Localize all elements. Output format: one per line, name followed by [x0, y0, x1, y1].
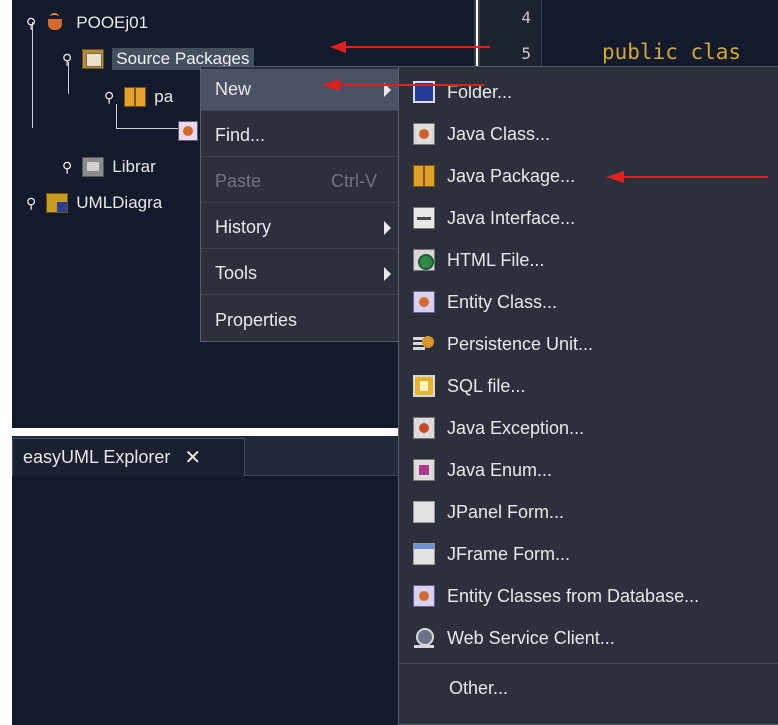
- web-service-client-icon: [413, 627, 435, 649]
- menu-item-label: Java Class...: [447, 123, 551, 144]
- menu-item-label: Folder...: [447, 81, 513, 102]
- tab-label: easyUML Explorer: [23, 447, 171, 467]
- java-interface-icon: [413, 207, 435, 229]
- menu-item-label: History: [215, 217, 272, 237]
- menu-item-history[interactable]: History: [201, 207, 399, 249]
- tree-node-label: Librar: [112, 157, 156, 176]
- screenshot-frame: ⚲ POOEj01 ⚲ Source Packages ⚲ pa ⚲ Libra…: [0, 0, 778, 725]
- menu-item-jpanel-form[interactable]: JPanel Form...: [399, 491, 777, 533]
- menu-item-entity-class[interactable]: Entity Class...: [399, 281, 777, 323]
- uml-diagram-icon: [46, 193, 69, 213]
- menu-item-label: JFrame Form...: [447, 543, 571, 564]
- new-submenu: Folder... Java Class... Java Package... …: [398, 66, 778, 725]
- tree-node-label: pa: [154, 87, 174, 106]
- java-project-icon: [46, 13, 68, 33]
- java-exception-icon: [413, 417, 435, 439]
- menu-item-label: SQL file...: [447, 375, 526, 396]
- menu-item-label: Java Interface...: [447, 207, 576, 228]
- tree-expand-toggle[interactable]: ⚲: [26, 195, 36, 212]
- menu-item-label: Web Service Client...: [447, 627, 615, 648]
- submenu-arrow-icon: [384, 267, 391, 281]
- menu-item-web-service-client[interactable]: Web Service Client...: [399, 617, 777, 659]
- tree-node-package[interactable]: ⚲ pa: [104, 84, 173, 110]
- menu-item-label: Paste: [215, 171, 262, 191]
- menu-item-other[interactable]: Other...: [399, 667, 777, 709]
- tree-expand-toggle[interactable]: ⚲: [62, 51, 72, 68]
- menu-item-java-class[interactable]: Java Class...: [399, 113, 777, 155]
- entity-class-icon: [413, 291, 435, 313]
- menu-item-label: Entity Class...: [447, 291, 558, 312]
- submenu-arrow-icon: [384, 221, 391, 235]
- menu-item-folder[interactable]: Folder...: [399, 71, 777, 113]
- menu-item-label: JPanel Form...: [447, 501, 565, 522]
- menu-item-label: HTML File...: [447, 249, 545, 270]
- menu-item-label: Java Exception...: [447, 417, 585, 438]
- jpanel-form-icon: [413, 501, 435, 523]
- java-package-icon: [413, 165, 435, 187]
- menu-item-label: Java Enum...: [447, 459, 553, 480]
- tree-node-label: UMLDiagra: [76, 193, 163, 212]
- menu-item-java-enum[interactable]: Java Enum...: [399, 449, 777, 491]
- menu-item-label: New: [215, 79, 252, 99]
- package-icon: [124, 87, 147, 107]
- tree-node-label: POOEj01: [76, 13, 149, 32]
- menu-item-html-file[interactable]: HTML File...: [399, 239, 777, 281]
- tree-node-project[interactable]: ⚲ POOEj01: [26, 10, 148, 36]
- menu-item-java-interface[interactable]: Java Interface...: [399, 197, 777, 239]
- menu-item-shortcut: Ctrl-V: [331, 171, 377, 191]
- menu-item-label: Persistence Unit...: [447, 333, 594, 354]
- tree-expand-toggle[interactable]: ⚲: [104, 89, 114, 106]
- java-class-icon: [178, 121, 198, 141]
- menu-item-label: Java Package...: [447, 165, 576, 186]
- persistence-unit-icon: [413, 333, 435, 355]
- source-packages-icon: [82, 49, 105, 69]
- entity-classes-db-icon: [413, 585, 435, 607]
- tree-expand-toggle[interactable]: ⚲: [26, 15, 36, 32]
- java-enum-icon: [413, 459, 435, 481]
- tree-expand-toggle[interactable]: ⚲: [62, 159, 72, 176]
- menu-item-label: Properties: [215, 309, 298, 330]
- tree-node-java-class[interactable]: [178, 118, 198, 144]
- menu-item-java-package[interactable]: Java Package...: [399, 155, 777, 197]
- menu-item-paste[interactable]: Paste Ctrl-V: [201, 161, 399, 203]
- tree-node-uml-diagrams[interactable]: ⚲ UMLDiagra: [26, 190, 162, 216]
- menu-separator: [399, 663, 778, 664]
- menu-item-jframe-form[interactable]: JFrame Form...: [399, 533, 777, 575]
- line-number: 4: [521, 8, 531, 27]
- tree-node-libraries[interactable]: ⚲ Librar: [62, 154, 156, 180]
- menu-item-entity-classes-from-database[interactable]: Entity Classes from Database...: [399, 575, 777, 617]
- menu-item-sql-file[interactable]: SQL file...: [399, 365, 777, 407]
- tab-easyuml-explorer[interactable]: easyUML Explorer ✕: [12, 438, 245, 476]
- menu-item-label: Tools: [215, 263, 258, 283]
- menu-item-label: Entity Classes from Database...: [447, 585, 700, 606]
- menu-item-find[interactable]: Find...: [201, 115, 399, 157]
- tree-guide-line: [32, 22, 33, 128]
- submenu-arrow-icon: [384, 83, 391, 97]
- menu-item-java-exception[interactable]: Java Exception...: [399, 407, 777, 449]
- menu-item-label: Find...: [215, 125, 266, 145]
- close-icon[interactable]: ✕: [184, 445, 201, 470]
- menu-item-persistence-unit[interactable]: Persistence Unit...: [399, 323, 777, 365]
- menu-item-tools[interactable]: Tools: [201, 253, 399, 295]
- libraries-icon: [82, 157, 105, 177]
- context-menu: New Find... Paste Ctrl-V History Tools P…: [200, 66, 400, 342]
- tree-guide-line: [116, 128, 178, 129]
- html-file-icon: [413, 249, 435, 271]
- line-number: 5: [521, 44, 531, 63]
- java-class-icon: [413, 123, 435, 145]
- menu-item-properties[interactable]: Properties: [201, 299, 399, 341]
- menu-item-new[interactable]: New: [201, 69, 399, 111]
- jframe-form-icon: [413, 543, 435, 565]
- code-line: public clas: [602, 40, 742, 64]
- folder-icon: [413, 81, 435, 103]
- menu-item-label: Other...: [449, 677, 509, 698]
- sql-file-icon: [413, 375, 435, 397]
